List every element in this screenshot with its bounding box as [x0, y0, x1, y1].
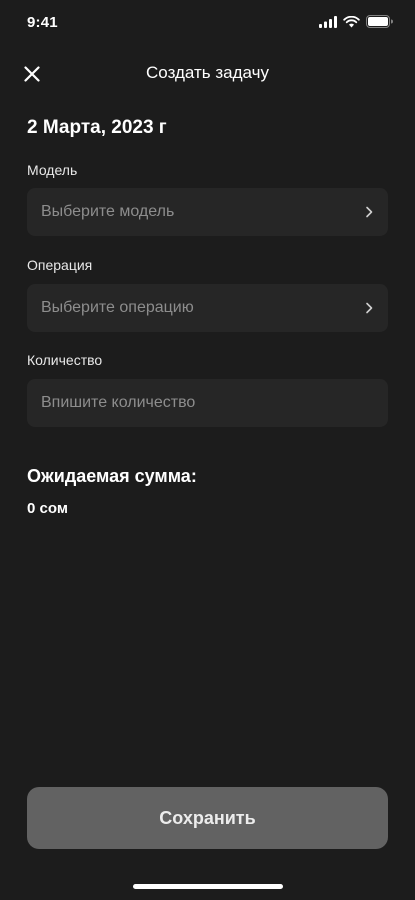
battery-icon: [366, 15, 393, 28]
nav-bar: Создать задачу: [0, 52, 415, 96]
expected-sum-title: Ожидаемая сумма:: [27, 466, 197, 486]
quantity-placeholder: Впишите количество: [41, 394, 196, 411]
status-bar: 9:41: [0, 0, 415, 46]
status-time: 9:41: [27, 14, 58, 31]
save-button[interactable]: Сохранить: [27, 787, 388, 849]
model-label: Модель: [27, 162, 78, 178]
model-placeholder: Выберите модель: [41, 203, 175, 220]
signal-icon: [319, 15, 337, 28]
wifi-icon: [343, 15, 360, 27]
operation-label: Операция: [27, 257, 93, 273]
chevron-right-icon: [366, 302, 373, 314]
quantity-label: Количество: [27, 352, 103, 368]
operation-placeholder: Выберите операцию: [41, 299, 194, 316]
home-indicator: [133, 884, 283, 889]
task-date: 2 Марта, 2023 г: [27, 117, 167, 138]
page-title: Создать задачу: [146, 63, 269, 82]
chevron-right-icon: [366, 206, 373, 218]
model-select[interactable]: Выберите модель: [27, 188, 388, 236]
expected-sum-value: 0 сом: [27, 500, 68, 517]
status-icons: [319, 15, 393, 28]
operation-select[interactable]: Выберите операцию: [27, 284, 388, 332]
quantity-input[interactable]: Впишите количество: [27, 379, 388, 427]
